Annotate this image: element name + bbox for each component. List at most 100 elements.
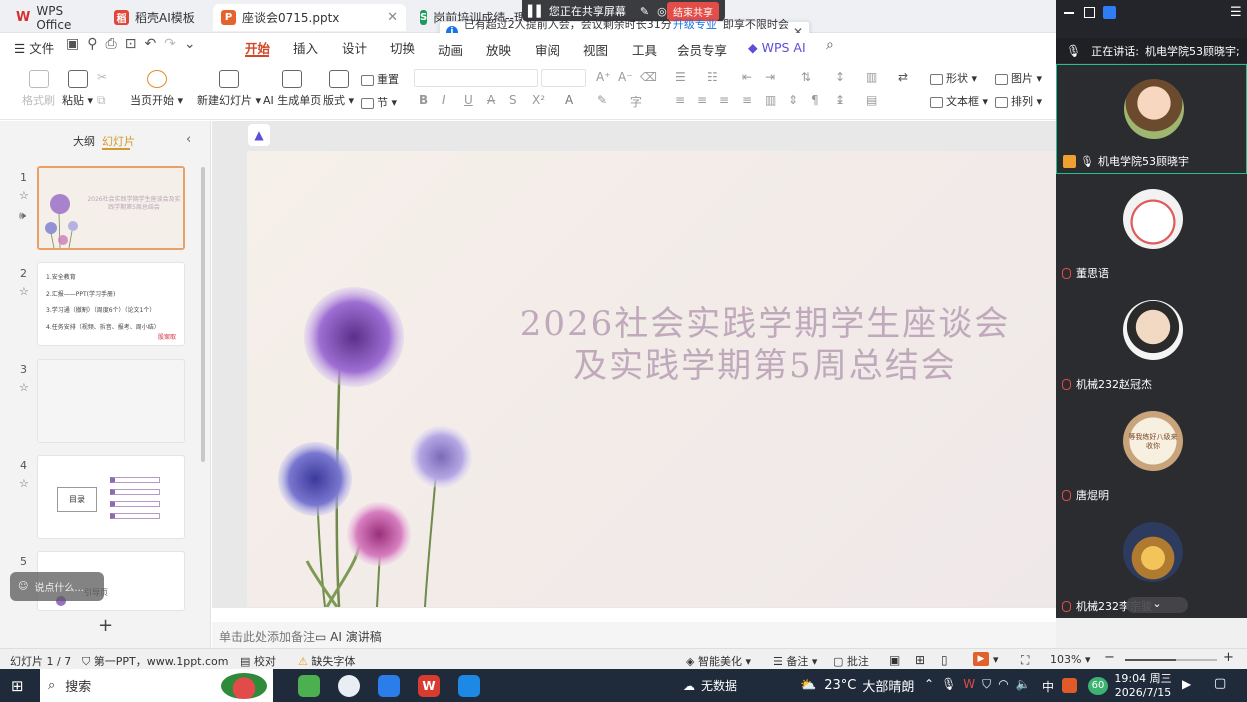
wps-ai-float-icon[interactable]: ▲	[248, 124, 270, 146]
reset-button[interactable]: 重置	[361, 71, 399, 87]
copy-icon[interactable]: ⧉	[97, 93, 106, 108]
tab-transitions[interactable]: 切换	[390, 38, 415, 57]
star-icon[interactable]: ☆	[19, 189, 29, 202]
distribute-icon[interactable]: ▥	[765, 93, 776, 107]
star-icon[interactable]: ☆	[19, 285, 29, 298]
decrease-font-icon[interactable]: A⁻	[618, 70, 633, 84]
fit-window-icon[interactable]: ⛶	[1021, 653, 1029, 668]
weather-none[interactable]: ☁ 无数据	[683, 677, 737, 694]
shield-icon[interactable]: ⛉	[982, 677, 998, 691]
format-painter-button[interactable]: 格式刷	[22, 70, 55, 108]
increase-indent-icon[interactable]: ⇥	[765, 70, 775, 84]
shape-button[interactable]: 形状 ▾	[930, 70, 977, 86]
more-icon[interactable]: ⌄	[184, 36, 204, 52]
underline-icon[interactable]: U	[464, 93, 473, 107]
bullets-icon[interactable]: ☰	[675, 70, 686, 84]
phonetic-icon[interactable]: 字	[630, 93, 642, 110]
tab-pptx-document[interactable]: P 座谈会0715.pptx ✕	[213, 4, 406, 31]
bold-icon[interactable]: B	[419, 93, 428, 107]
italic-icon[interactable]: I	[442, 93, 446, 107]
section-button[interactable]: 节 ▾	[361, 94, 397, 110]
screen-capture-icon[interactable]: ▶	[1182, 677, 1191, 691]
sorter-view-icon[interactable]: ⊞	[915, 653, 925, 667]
zoom-level[interactable]: 103% ▾	[1050, 653, 1090, 666]
add-slide-button[interactable]: +	[98, 615, 113, 636]
files-icon[interactable]	[378, 675, 400, 697]
play-from-current-button[interactable]: 当页开始 ▾	[130, 70, 183, 108]
highlight-icon[interactable]: ✎	[597, 93, 607, 107]
text-direction-icon[interactable]: ⇅	[801, 70, 811, 84]
notes-toggle[interactable]: ☰ 备注 ▾	[773, 653, 817, 669]
textbox-button[interactable]: 文本框 ▾	[930, 93, 988, 109]
slide-thumbnail-4[interactable]: 目录	[37, 455, 185, 539]
justify-icon[interactable]: ≡	[742, 93, 752, 107]
participant-tile[interactable]: 机械232赵冠杰	[1056, 286, 1247, 396]
align-right-icon[interactable]: ≡	[719, 93, 729, 107]
redo-icon[interactable]: ↷	[164, 36, 184, 52]
tab-wps-ai[interactable]: ◆ WPS AI	[748, 40, 806, 55]
tab-tools[interactable]: 工具	[632, 40, 657, 59]
align-center-icon[interactable]: ≡	[697, 93, 707, 107]
paste-button[interactable]: 粘贴 ▾	[62, 70, 93, 108]
align-left-icon[interactable]: ≡	[675, 93, 685, 107]
undo-icon[interactable]: ↶	[144, 36, 164, 52]
slide-thumbnail-3[interactable]	[37, 359, 185, 443]
wps-taskbar-icon[interactable]: W	[418, 675, 440, 697]
close-tab-icon[interactable]: ✕	[387, 10, 398, 25]
tab-insert[interactable]: 插入	[293, 38, 318, 57]
minimize-icon[interactable]	[1064, 12, 1074, 14]
qq-icon[interactable]	[338, 675, 360, 697]
meeting-app-icon[interactable]	[458, 675, 480, 697]
font-family-select[interactable]	[414, 69, 538, 87]
comments-button[interactable]: ▢ 批注	[833, 653, 869, 669]
vertical-align-icon[interactable]: ⇕	[788, 93, 798, 107]
taskbar-search-box[interactable]: ⌕ 搜索	[40, 669, 273, 702]
missing-font-button[interactable]: ⚠ 缺失字体	[298, 653, 355, 669]
wifi-icon[interactable]: ◠	[998, 677, 1015, 691]
mic-tray-icon[interactable]: 🎙	[941, 677, 963, 691]
app-tray-icon[interactable]	[1062, 678, 1077, 693]
participant-tile[interactable]: 等我练好八级来收你 唐焜明	[1056, 397, 1247, 507]
search-icon[interactable]: ⌕	[826, 37, 834, 53]
columns-icon[interactable]: ▥	[866, 70, 877, 84]
tab-animations[interactable]: 动画	[438, 40, 463, 59]
print-preview-icon[interactable]: ⊡	[125, 36, 145, 52]
reading-view-icon[interactable]: ▯	[941, 653, 948, 667]
tab-slideshow[interactable]: 放映	[486, 40, 511, 59]
windows-start-icon[interactable]: ⊞	[11, 677, 24, 695]
font-size-select[interactable]	[541, 69, 586, 87]
panel-scrollbar[interactable]	[201, 167, 205, 462]
tab-ai-template[interactable]: 稻 稻壳AI模板	[106, 4, 210, 31]
audio-icon[interactable]: 🕪	[19, 209, 26, 223]
text-align-icon[interactable]: ▤	[866, 93, 877, 107]
chat-input[interactable]: ☺ 说点什么...	[10, 572, 104, 601]
notes-area[interactable]: 单击此处添加备注 ▭ AI 演讲稿	[212, 622, 1056, 648]
zoom-in-icon[interactable]: +	[1223, 650, 1234, 665]
print-icon[interactable]: ⎙	[106, 36, 125, 52]
numbering-icon[interactable]: ☷	[707, 70, 718, 84]
tab-review[interactable]: 审阅	[535, 40, 560, 59]
expand-list-icon[interactable]: ⌄	[1126, 597, 1188, 613]
picture-button[interactable]: 图片 ▾	[995, 70, 1042, 86]
collapse-panel-icon[interactable]: ‹	[186, 132, 191, 147]
slide-title[interactable]: 2026社会实践学期学生座谈会 及实践学期第5周总结会	[480, 303, 1050, 387]
window-icon[interactable]	[1084, 7, 1095, 18]
play-slideshow-icon[interactable]: ▶	[973, 652, 989, 666]
cut-icon[interactable]: ✂	[97, 70, 107, 84]
spacing-icon[interactable]: ↨	[835, 93, 845, 107]
tab-wps-home[interactable]: W WPS Office	[8, 4, 106, 32]
zoom-out-icon[interactable]: −	[1104, 650, 1115, 665]
weather-widget[interactable]: ⛅ 23°C 大部晴朗	[800, 676, 914, 695]
ai-generate-button[interactable]: AI 生成单页	[263, 70, 321, 108]
theme-name[interactable]: ⛉ 第一PPT，www.1ppt.com	[82, 653, 228, 669]
normal-view-icon[interactable]: ▣	[889, 653, 900, 667]
slide-thumbnail-2[interactable]: 1.安全教育 2.汇报——PPT(学习手册) 3.学习通（撤割）（周度6个）（论…	[37, 262, 185, 346]
decrease-indent-icon[interactable]: ⇤	[742, 70, 752, 84]
ai-notes-button[interactable]: ▭ AI 演讲稿	[315, 628, 382, 645]
chevron-up-icon[interactable]: ⌃	[924, 677, 941, 691]
menu-icon[interactable]: ☰	[1230, 5, 1242, 20]
paragraph-icon[interactable]: ¶	[811, 93, 819, 107]
wps-tray-icon[interactable]: W	[963, 677, 982, 691]
arrange-button[interactable]: 排列 ▾	[995, 93, 1042, 109]
link-icon[interactable]: ⚲	[87, 36, 105, 52]
